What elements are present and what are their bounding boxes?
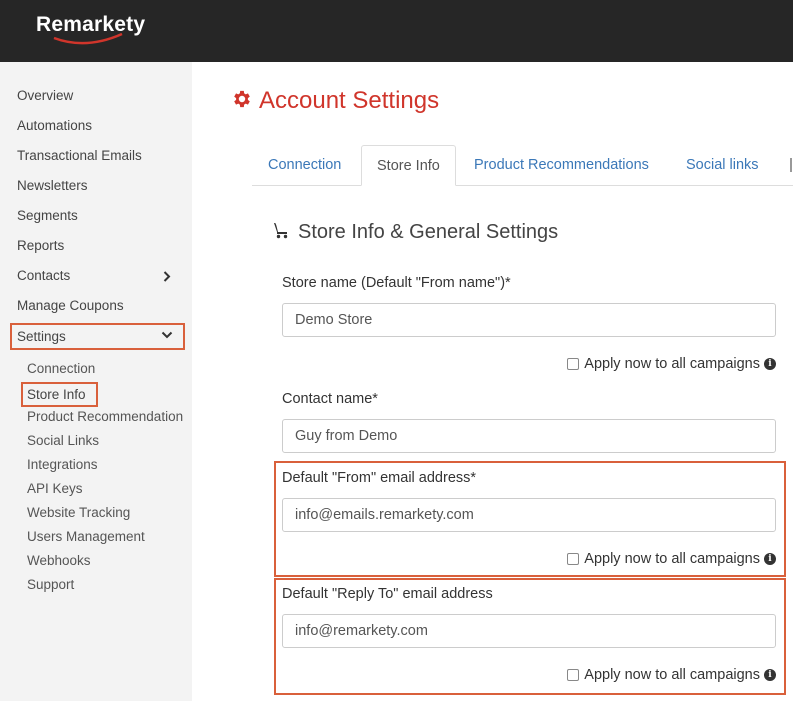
reply-to-email-label: Default "Reply To" email address: [282, 586, 493, 602]
from-email-input[interactable]: info@emails.remarkety.com: [282, 498, 776, 532]
from-email-apply-checkbox[interactable]: [567, 553, 580, 565]
sidebar-subitem-users-management[interactable]: Users Management: [27, 527, 145, 547]
sidebar-item-segments[interactable]: Segments: [17, 206, 78, 226]
contact-name-input[interactable]: Guy from Demo: [282, 419, 776, 453]
tab-store-info[interactable]: Store Info: [361, 145, 456, 186]
page-title: Account Settings: [231, 86, 439, 116]
tab-product-recommendations[interactable]: Product Recommendations: [474, 145, 649, 186]
store-name-apply-row: Apply now to all campaigns i: [567, 354, 776, 374]
shopping-cart-icon: [271, 223, 289, 239]
sidebar-item-overview[interactable]: Overview: [17, 86, 73, 106]
reply-to-email-apply-checkbox[interactable]: [567, 669, 580, 681]
from-email-apply-row: Apply now to all campaigns i: [567, 549, 776, 569]
sidebar-subitem-product-recommendation[interactable]: Product Recommendation: [27, 407, 183, 427]
sidebar-item-settings[interactable]: Settings: [10, 323, 185, 350]
brand-logo[interactable]: Remarkety: [36, 13, 145, 37]
sidebar-subitem-support[interactable]: Support: [27, 575, 74, 595]
apply-label: Apply now to all campaigns: [584, 356, 760, 372]
sidebar-subitem-integrations[interactable]: Integrations: [27, 455, 98, 475]
sidebar-subitem-connection[interactable]: Connection: [27, 359, 95, 379]
sidebar-subitem-website-tracking[interactable]: Website Tracking: [27, 503, 130, 523]
chevron-down-icon: [161, 331, 173, 339]
sidebar-subitem-webhooks[interactable]: Webhooks: [27, 551, 91, 571]
reply-to-email-apply-row: Apply now to all campaigns i: [567, 665, 776, 685]
page-title-text: Account Settings: [259, 87, 440, 114]
info-icon[interactable]: i: [764, 669, 776, 681]
apply-label: Apply now to all campaigns: [584, 551, 760, 567]
info-icon[interactable]: i: [764, 553, 776, 565]
info-icon[interactable]: i: [764, 358, 776, 370]
sidebar-item-transactional-emails[interactable]: Transactional Emails: [17, 146, 142, 166]
sidebar-item-newsletters[interactable]: Newsletters: [17, 176, 88, 196]
sidebar-subitem-social-links[interactable]: Social Links: [27, 431, 99, 451]
top-bar: Remarkety: [0, 0, 793, 62]
store-name-input[interactable]: Demo Store: [282, 303, 776, 337]
sidebar-item-reports[interactable]: Reports: [17, 236, 64, 256]
sidebar-item-label: Contacts: [17, 268, 71, 283]
from-email-label: Default "From" email address*: [282, 470, 477, 486]
section-title-text: Store Info & General Settings: [298, 221, 559, 243]
section-title: Store Info & General Settings: [271, 219, 558, 245]
sidebar-subitem-store-info[interactable]: Store Info: [21, 382, 98, 407]
sidebar-item-automations[interactable]: Automations: [17, 116, 92, 136]
chevron-right-icon: [163, 271, 171, 282]
sidebar-item-manage-coupons[interactable]: Manage Coupons: [17, 296, 124, 316]
tab-overflow-edge: [790, 158, 792, 172]
tab-social-links[interactable]: Social links: [686, 145, 759, 186]
sidebar: Overview Automations Transactional Email…: [0, 62, 192, 701]
settings-tabs: Connection Store Info Product Recommenda…: [252, 145, 793, 186]
gear-icon: [234, 90, 250, 108]
sidebar-subitem-label: Store Info: [27, 387, 86, 402]
store-name-label: Store name (Default "From name")*: [282, 275, 511, 291]
contact-name-label: Contact name*: [282, 391, 378, 407]
sidebar-subitem-api-keys[interactable]: API Keys: [27, 479, 83, 499]
reply-to-email-input[interactable]: info@remarkety.com: [282, 614, 776, 648]
store-name-apply-checkbox[interactable]: [567, 358, 580, 370]
sidebar-item-contacts[interactable]: Contacts: [0, 266, 192, 286]
sidebar-item-label: Settings: [17, 329, 66, 344]
tab-connection[interactable]: Connection: [268, 145, 341, 186]
apply-label: Apply now to all campaigns: [584, 667, 760, 683]
